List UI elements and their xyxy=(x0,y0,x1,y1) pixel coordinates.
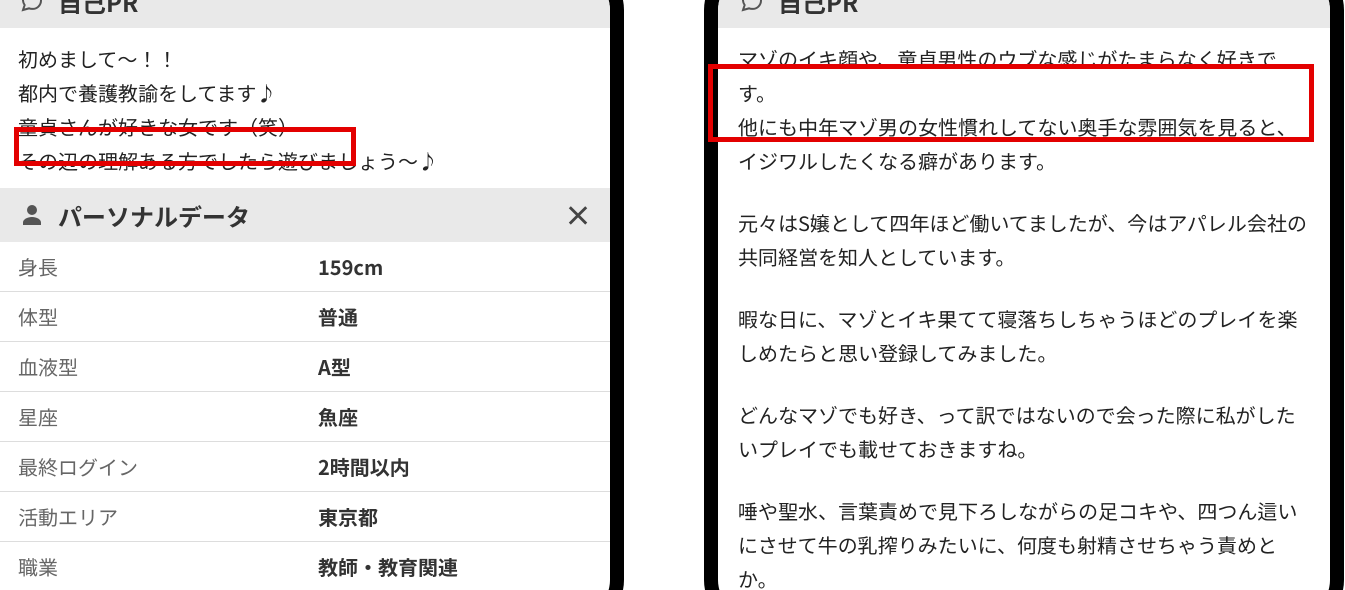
table-row: 体型 普通 xyxy=(0,292,610,342)
row-value: 東京都 xyxy=(318,502,590,531)
personal-data-table: 身長 159cm 体型 普通 血液型 A型 星座 魚座 最終ログイン 2時間 xyxy=(0,242,610,590)
screen-left: 自己PR 初めまして～！！ 都内で養護教諭をしてます♪ 童貞さんが好きな女です（… xyxy=(0,0,610,590)
pr-line: 都内で養護教諭をしてます♪ xyxy=(18,76,590,110)
row-value: A型 xyxy=(318,352,590,381)
row-key: 体型 xyxy=(18,302,318,331)
phone-left: 自己PR 初めまして～！！ 都内で養護教諭をしてます♪ 童貞さんが好きな女です（… xyxy=(0,0,624,590)
section-header-pr-left: 自己PR xyxy=(0,0,610,28)
table-row: 星座 魚座 xyxy=(0,392,610,442)
row-value: 教師・教育関連 xyxy=(318,552,590,581)
section-header-pr-right: 自己PR xyxy=(718,0,1330,28)
section-title: 自己PR xyxy=(58,0,138,19)
pr-line: その辺の理解ある方でしたら遊びましょう～♪ xyxy=(18,144,590,178)
row-key: 活動エリア xyxy=(18,502,318,531)
pr-paragraph: 元々はS嬢として四年ほど働いてましたが、今はアパレル会社の共同経営を知人としてい… xyxy=(738,206,1310,274)
close-icon[interactable]: × xyxy=(564,195,592,235)
pr-text-right: マゾのイキ顔や、童貞男性のウブな感じがたまらなく好きです。 他にも中年マゾ男の女… xyxy=(718,28,1330,590)
phone-right: 自己PR マゾのイキ顔や、童貞男性のウブな感じがたまらなく好きです。 他にも中年… xyxy=(704,0,1344,590)
pr-paragraph: 他にも中年マゾ男の女性慣れしてない奥手な雰囲気を見ると、イジワルしたくなる癖があ… xyxy=(738,110,1310,178)
row-key: 血液型 xyxy=(18,352,318,381)
speech-bubble-icon xyxy=(738,0,766,15)
row-value: 普通 xyxy=(318,302,590,331)
pr-line-highlighted: 童貞さんが好きな女です（笑） xyxy=(18,110,590,144)
table-row: 職業 教師・教育関連 xyxy=(0,542,610,590)
row-key: 職業 xyxy=(18,552,318,581)
row-value: 159cm xyxy=(318,252,590,281)
row-value: 魚座 xyxy=(318,402,590,431)
speech-bubble-icon xyxy=(18,0,46,15)
section-header-personal-data[interactable]: パーソナルデータ × xyxy=(0,188,610,242)
row-key: 星座 xyxy=(18,402,318,431)
pr-line: 初めまして～！！ xyxy=(18,42,590,76)
pr-paragraph-highlighted: マゾのイキ顔や、童貞男性のウブな感じがたまらなく好きです。 xyxy=(738,42,1310,110)
table-row: 最終ログイン 2時間以内 xyxy=(0,442,610,492)
row-key: 最終ログイン xyxy=(18,452,318,481)
table-row: 血液型 A型 xyxy=(0,342,610,392)
pr-paragraph: 暇な日に、マゾとイキ果てて寝落ちしちゃうほどのプレイを楽しめたらと思い登録してみ… xyxy=(738,302,1310,370)
table-row: 身長 159cm xyxy=(0,242,610,292)
section-title: 自己PR xyxy=(778,0,858,19)
row-key: 身長 xyxy=(18,252,318,281)
table-row: 活動エリア 東京都 xyxy=(0,492,610,542)
section-title: パーソナルデータ xyxy=(58,198,250,233)
pr-paragraph: 唾や聖水、言葉責めで見下ろしながらの足コキや、四つん這いにさせて牛の乳搾りみたい… xyxy=(738,494,1310,590)
pr-paragraph: どんなマゾでも好き、って訳ではないので会った際に私がしたいプレイでも載せておきま… xyxy=(738,398,1310,466)
screen-right: 自己PR マゾのイキ顔や、童貞男性のウブな感じがたまらなく好きです。 他にも中年… xyxy=(718,0,1330,590)
pr-text-left: 初めまして～！！ 都内で養護教諭をしてます♪ 童貞さんが好きな女です（笑） その… xyxy=(0,28,610,188)
row-value: 2時間以内 xyxy=(318,452,590,481)
person-icon xyxy=(18,201,46,229)
